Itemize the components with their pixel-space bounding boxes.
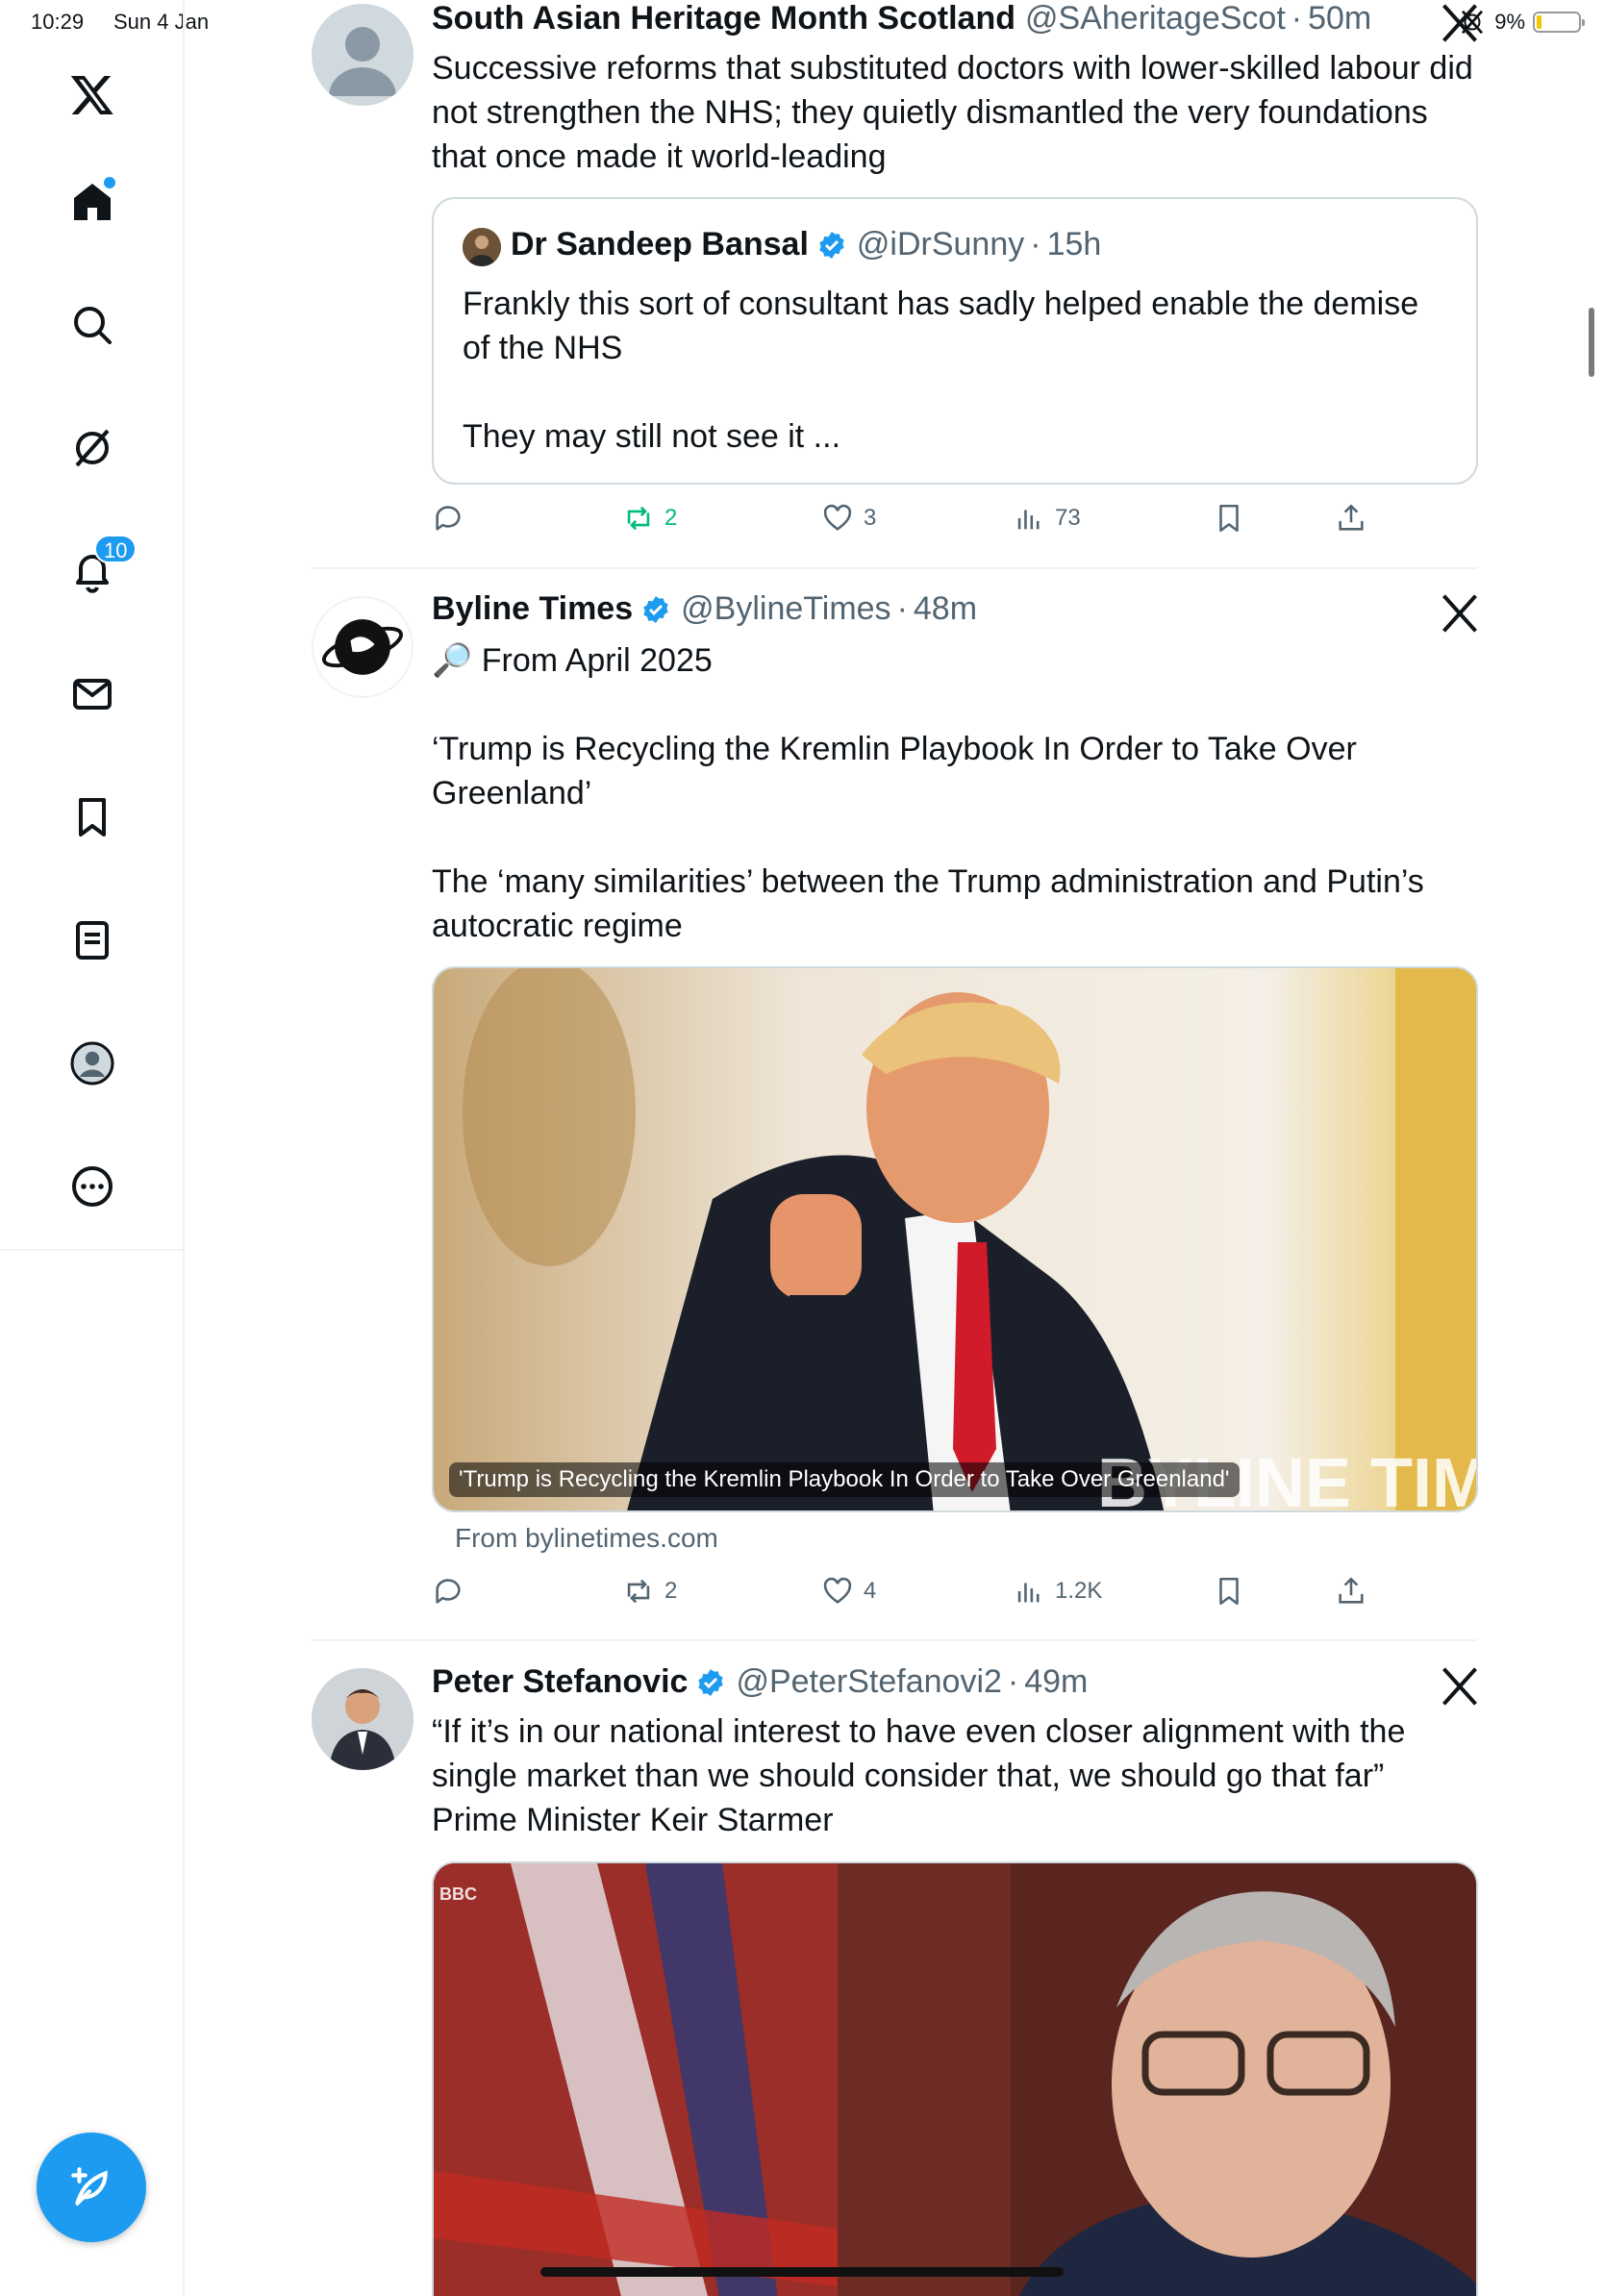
post-author-avatar[interactable] [312, 4, 414, 106]
more-options-icon[interactable] [62, 1156, 123, 1217]
post-text: 🔎 From April 2025 ‘Trump is Recycling th… [432, 642, 1424, 944]
quoted-author-name: Dr Sandeep Bansal [511, 226, 809, 262]
post-video[interactable]: BBC [432, 1861, 1478, 2296]
post-actions: 2 3 73 [432, 502, 1393, 544]
views-chart-icon [1017, 1583, 1040, 1603]
search-icon[interactable] [62, 294, 123, 356]
sidebar-divider [0, 1249, 185, 1251]
home-icon[interactable] [62, 171, 123, 233]
post-divider [312, 1639, 1477, 1641]
author-name[interactable]: Peter Stefanovic [432, 1663, 688, 1701]
like-button[interactable]: 3 [821, 502, 876, 535]
link-card-caption: 'Trump is Recycling the Kremlin Playbook… [449, 1462, 1240, 1497]
like-button[interactable]: 4 [821, 1575, 876, 1608]
feather-plus-icon [71, 2167, 108, 2206]
x-logo-icon[interactable] [62, 63, 123, 125]
quoted-post-text: Frankly this sort of consultant has sadl… [463, 286, 1419, 455]
repost-count: 2 [664, 505, 678, 531]
post-text: “If it’s in our national interest to hav… [432, 1713, 1406, 1838]
grok-explain-icon[interactable] [1439, 592, 1481, 635]
repost-count: 2 [664, 1578, 678, 1604]
separator-dot: · [1030, 226, 1041, 262]
separator-dot: · [1291, 0, 1303, 37]
messages-envelope-icon[interactable] [62, 663, 123, 725]
starmer-photo: BBC [434, 1863, 1476, 2296]
home-notification-dot [104, 177, 115, 188]
quoted-author-handle: @iDrSunny [856, 226, 1025, 262]
bookmark-icon [1219, 1577, 1239, 1606]
bookmarks-icon[interactable] [62, 786, 123, 848]
post-time[interactable]: 48m [914, 590, 977, 628]
reply-button[interactable] [432, 1575, 464, 1608]
share-icon [1339, 504, 1364, 531]
quoted-post-header: Dr Sandeep Bansal @iDrSunny · 15h [511, 226, 1101, 263]
articles-icon[interactable] [62, 910, 123, 971]
reply-icon [436, 1579, 461, 1604]
notifications-badge: 10 [94, 535, 138, 563]
trump-photo: BYLINE TIMES [434, 968, 1476, 1510]
post-divider [312, 567, 1477, 569]
reply-button[interactable] [432, 502, 464, 535]
grok-explain-icon[interactable] [1439, 1665, 1481, 1708]
author-name[interactable]: South Asian Heritage Month Scotland [432, 0, 1015, 37]
post-time[interactable]: 50m [1308, 0, 1371, 37]
heart-icon [823, 504, 852, 531]
link-source-domain[interactable]: From bylinetimes.com [455, 1523, 718, 1554]
repost-icon [627, 1579, 650, 1604]
bookmark-button[interactable] [1213, 1575, 1245, 1608]
reply-icon [436, 506, 461, 531]
post-author-avatar[interactable] [312, 1668, 414, 1770]
post-header: Byline Times @BylineTimes · 48m [432, 590, 977, 628]
share-button[interactable] [1335, 502, 1367, 535]
link-card-image[interactable]: BYLINE TIMES 'Trump is Recycling the Kre… [432, 966, 1478, 1512]
heart-icon [823, 1577, 852, 1604]
author-handle[interactable]: @BylineTimes [681, 590, 890, 628]
quoted-author-avatar [463, 228, 501, 266]
post-text: Successive reforms that substituted doct… [432, 50, 1483, 175]
quoted-post[interactable]: Dr Sandeep Bansal @iDrSunny · 15h Frankl… [432, 197, 1478, 485]
separator-dot: · [896, 590, 908, 627]
verified-badge-icon [816, 230, 847, 261]
share-icon [1339, 1577, 1364, 1604]
post-author-avatar[interactable] [312, 596, 414, 698]
battery-icon [1533, 12, 1585, 33]
compose-post-button[interactable] [37, 2133, 146, 2242]
verified-badge-icon [640, 594, 671, 625]
separator-dot: · [1007, 1663, 1019, 1700]
like-count: 4 [864, 1578, 877, 1604]
verified-badge-icon [695, 1667, 726, 1698]
grok-explain-icon[interactable] [1439, 2, 1481, 44]
views-count: 73 [1055, 505, 1081, 531]
views-chart-icon [1017, 510, 1040, 530]
views-button[interactable]: 73 [1013, 502, 1081, 535]
home-indicator[interactable] [540, 2267, 1064, 2277]
repost-icon [627, 506, 650, 531]
sidebar: 10 [0, 0, 185, 2296]
bookmark-icon [1219, 504, 1239, 533]
repost-button[interactable]: 2 [622, 502, 677, 535]
profile-avatar-icon[interactable] [62, 1033, 123, 1094]
battery-percent: 9% [1494, 10, 1525, 34]
bookmark-button[interactable] [1213, 502, 1245, 535]
author-handle[interactable]: @PeterStefanovi2 [736, 1663, 1001, 1701]
notifications-bell-icon[interactable]: 10 [62, 535, 138, 602]
post-header: South Asian Heritage Month Scotland @SAh… [432, 0, 1371, 37]
scrollbar[interactable] [1589, 308, 1594, 377]
repost-button[interactable]: 2 [622, 1575, 677, 1608]
post-time[interactable]: 49m [1024, 1663, 1088, 1701]
grok-icon[interactable] [62, 417, 123, 479]
like-count: 3 [864, 505, 877, 531]
share-button[interactable] [1335, 1575, 1367, 1608]
author-handle[interactable]: @SAheritageScot [1025, 0, 1286, 37]
author-name[interactable]: Byline Times [432, 590, 633, 628]
post-actions: 2 4 1.2K [432, 1575, 1393, 1617]
views-count: 1.2K [1055, 1578, 1103, 1604]
post-header: Peter Stefanovic @PeterStefanovi2 · 49m [432, 1663, 1088, 1701]
bbc-watermark: BBC [439, 1884, 477, 1904]
quoted-post-time: 15h [1046, 226, 1102, 262]
views-button[interactable]: 1.2K [1013, 1575, 1102, 1608]
